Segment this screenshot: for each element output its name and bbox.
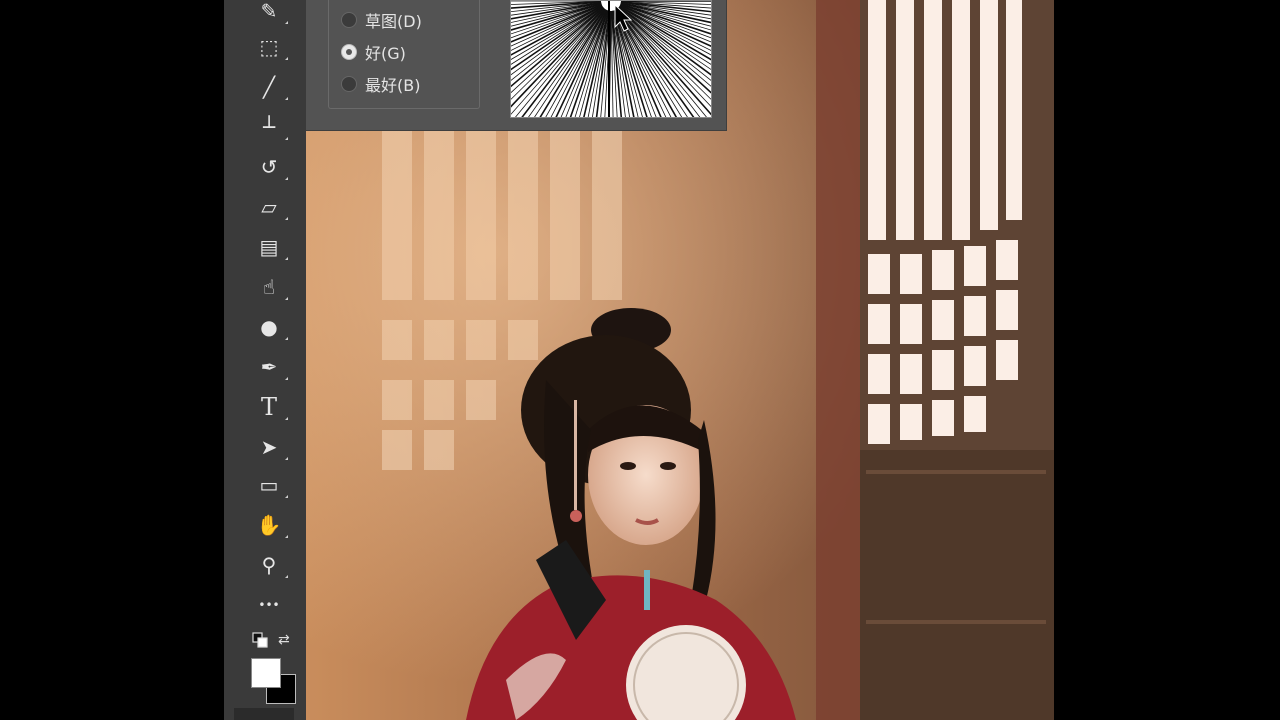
eraser-tool[interactable]: ▱ — [254, 192, 288, 222]
zoom-blur-preview-image — [511, 1, 711, 117]
rectangle-icon: ▭ — [259, 473, 279, 497]
brush-tool[interactable]: ╱ — [254, 72, 288, 102]
type-icon: T — [260, 393, 277, 421]
radio-draft[interactable]: 草图(D) — [341, 8, 422, 32]
gradient-icon: ▤ — [259, 235, 279, 259]
history-brush-icon: ↺ — [260, 155, 278, 179]
smudge-icon: ☝ — [262, 275, 276, 299]
radio-draft-indicator[interactable] — [341, 12, 357, 28]
history-brush-tool[interactable]: ↺ — [254, 152, 288, 182]
gradient-tool[interactable]: ▤ — [254, 232, 288, 262]
ellipsis-icon: ••• — [258, 598, 280, 612]
quality-group: 草图(D) 好(G) 最好(B) — [328, 0, 480, 109]
swap-colors-icon[interactable]: ⇄ — [278, 632, 294, 648]
radio-good-label: 好(G) — [365, 44, 406, 63]
default-colors-icon[interactable] — [252, 632, 268, 648]
blur-center-preview[interactable] — [510, 0, 712, 118]
brush-icon: ╱ — [262, 75, 276, 99]
type-tool[interactable]: T — [254, 392, 288, 422]
radio-best-label: 最好(B) — [365, 76, 421, 95]
radio-good[interactable]: 好(G) — [341, 40, 406, 64]
patch-icon: ⬚ — [259, 35, 279, 59]
filter-dialog: 草图(D) 好(G) 最好(B) — [306, 0, 727, 131]
radio-draft-label: 草图(D) — [365, 12, 422, 31]
hand-tool[interactable]: ✋ — [254, 510, 288, 540]
radio-good-indicator[interactable] — [341, 44, 357, 60]
dodge-tool[interactable]: ● — [254, 312, 288, 342]
pen-tool[interactable]: ✒ — [254, 352, 288, 382]
zoom-tool[interactable]: ⚲ — [254, 550, 288, 580]
radio-best[interactable]: 最好(B) — [341, 72, 420, 96]
dodge-icon: ● — [260, 315, 278, 339]
more-tools[interactable]: ••• — [254, 590, 284, 620]
clone-stamp-tool[interactable]: ┴ — [254, 112, 288, 142]
patch-tool[interactable]: ⬚ — [254, 32, 288, 62]
smudge-tool[interactable]: ☝ — [254, 272, 288, 302]
tools-panel: ✎ ⬚ ╱ ┴ ↺ ▱ ▤ ☝ ● ✒ T ➤ ▭ ✋ ⚲ ••• — [224, 0, 306, 720]
eraser-icon: ▱ — [261, 195, 277, 219]
eyedropper-tool[interactable]: ✎ — [254, 0, 288, 26]
eyedropper-icon: ✎ — [260, 0, 278, 23]
arrow-icon: ➤ — [260, 435, 278, 459]
pen-icon: ✒ — [260, 355, 278, 379]
foreground-color-swatch[interactable] — [251, 658, 281, 688]
radio-best-indicator[interactable] — [341, 76, 357, 92]
rectangle-tool[interactable]: ▭ — [254, 470, 288, 500]
zoom-icon: ⚲ — [261, 553, 277, 577]
path-selection-tool[interactable]: ➤ — [254, 432, 288, 462]
hand-icon: ✋ — [256, 513, 282, 537]
toolbar-footer — [234, 708, 294, 720]
stamp-icon: ┴ — [262, 115, 276, 139]
